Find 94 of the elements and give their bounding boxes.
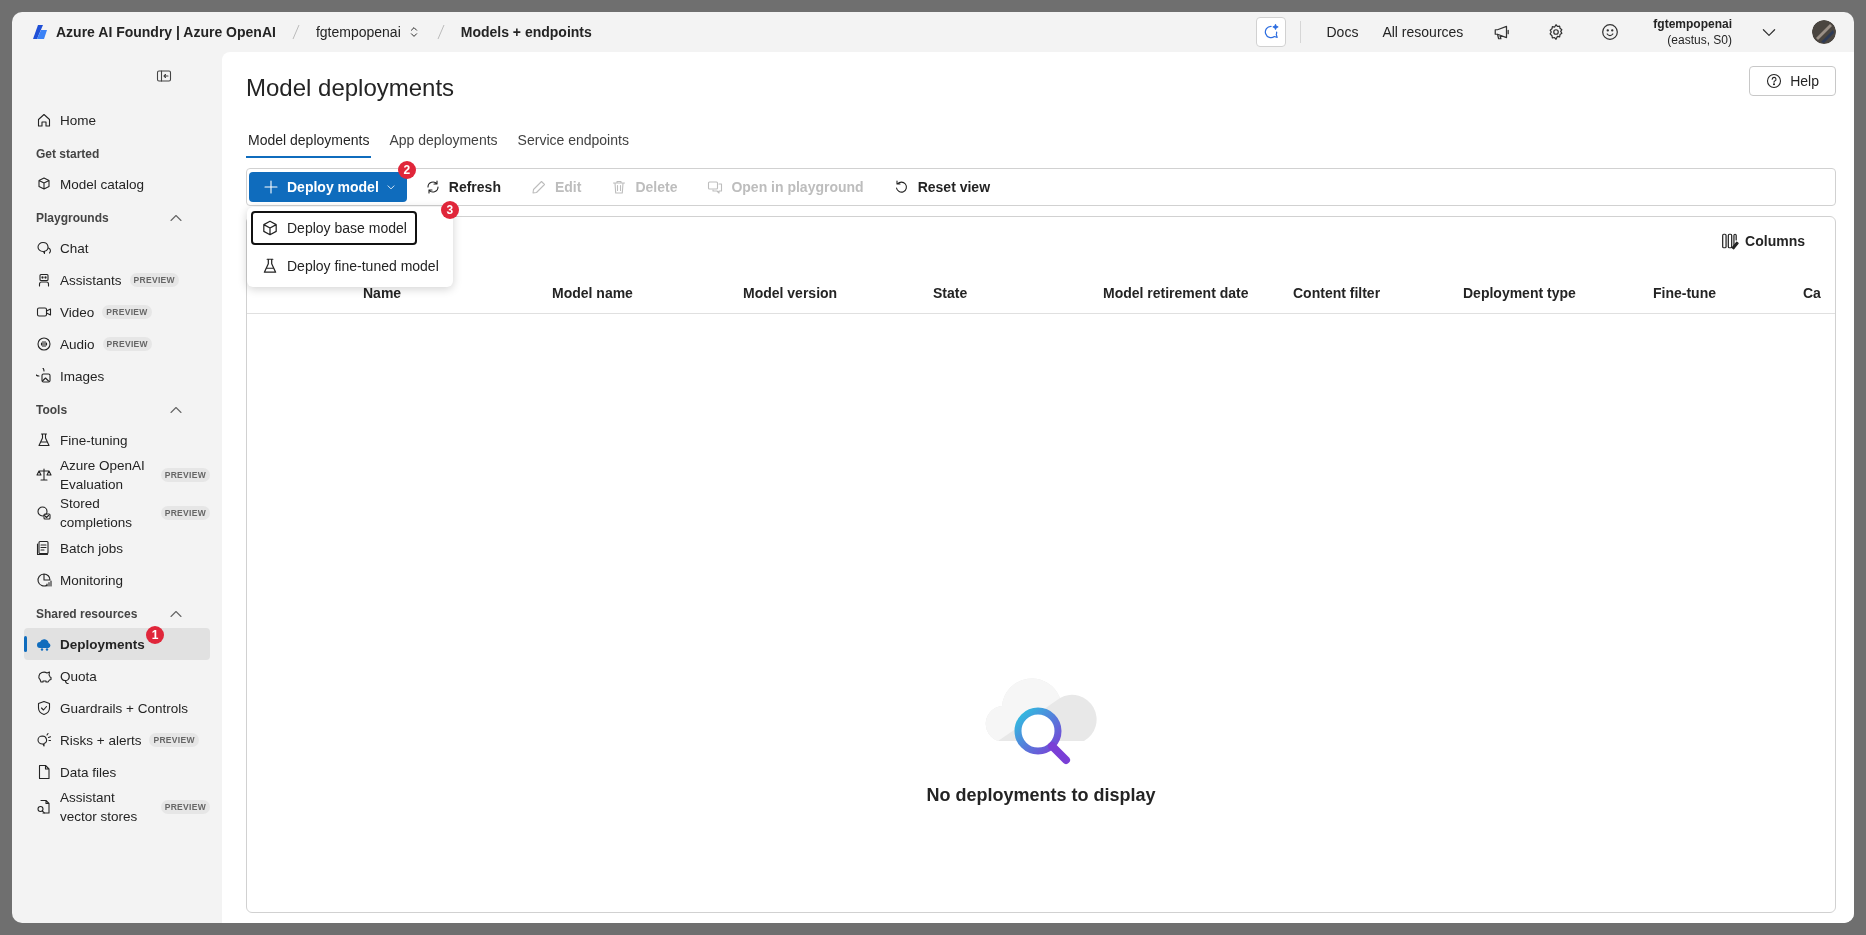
cube-icon bbox=[36, 176, 52, 192]
sidebar-item[interactable]: Video PREVIEW bbox=[24, 296, 210, 328]
collapse-icon bbox=[156, 68, 172, 84]
shield-icon bbox=[36, 700, 52, 716]
sidebar-item[interactable]: Assistants PREVIEW bbox=[24, 264, 210, 296]
plus-icon bbox=[263, 179, 279, 195]
column-header: Content filter bbox=[1293, 285, 1382, 301]
monitoring-icon bbox=[36, 572, 52, 588]
toolbar-button[interactable]: Reset view bbox=[881, 173, 1003, 201]
tab[interactable]: Service endpoints bbox=[515, 126, 631, 158]
reset-icon bbox=[893, 179, 910, 195]
smiley-icon bbox=[1601, 23, 1620, 41]
empty-message: No deployments to display bbox=[926, 784, 1156, 806]
breadcrumb-current: Models + endpoints bbox=[460, 24, 592, 40]
columns-icon bbox=[1721, 232, 1740, 250]
preview-tag: PREVIEW bbox=[102, 337, 152, 351]
sidebar-item[interactable]: Risks + alerts PREVIEW bbox=[24, 724, 210, 756]
section-heading: Tools bbox=[36, 402, 68, 418]
cube-icon bbox=[261, 219, 279, 237]
preview-tag: PREVIEW bbox=[160, 468, 210, 482]
sidebar-item[interactable]: Batch jobs bbox=[24, 532, 210, 564]
cloud-icon bbox=[36, 636, 52, 652]
account-name: fgtempopenai bbox=[1653, 16, 1732, 32]
sidebar-item[interactable]: Stored completions PREVIEW bbox=[24, 494, 210, 532]
preview-tag: PREVIEW bbox=[149, 733, 199, 747]
sidebar-item[interactable]: Chat bbox=[24, 232, 210, 264]
document-stack-icon bbox=[36, 540, 52, 556]
preview-tag: PREVIEW bbox=[129, 273, 179, 287]
preview-tag: PREVIEW bbox=[160, 506, 210, 520]
images-icon bbox=[36, 368, 52, 384]
chat-window-icon bbox=[707, 179, 724, 195]
trash-icon bbox=[611, 179, 628, 195]
app-title: Azure AI Foundry | Azure OpenAI bbox=[56, 24, 276, 40]
chat-sparkle-button[interactable] bbox=[1255, 17, 1286, 47]
sidebar-item[interactable]: Monitoring bbox=[24, 564, 210, 596]
home-icon bbox=[36, 112, 52, 128]
page-title: Model deployments bbox=[246, 74, 455, 102]
section-heading: Get started bbox=[36, 146, 100, 162]
account-detail: (eastus, S0) bbox=[1667, 32, 1732, 48]
columns-button[interactable]: Columns bbox=[1715, 231, 1811, 251]
video-icon bbox=[36, 304, 52, 320]
section-heading: Shared resources bbox=[36, 606, 138, 622]
document-search-icon bbox=[36, 799, 52, 815]
sidebar-item[interactable]: Fine-tuning bbox=[24, 424, 210, 456]
column-header: Ca bbox=[1803, 285, 1822, 301]
sidebar-item[interactable]: Azure OpenAI Evaluation PREVIEW bbox=[24, 456, 210, 494]
document-icon bbox=[36, 764, 52, 780]
header-link[interactable]: All resources bbox=[1370, 20, 1476, 44]
sidebar-item[interactable]: Quota bbox=[24, 660, 210, 692]
header-link[interactable]: Docs bbox=[1314, 20, 1371, 44]
step-badge: 1 bbox=[146, 626, 164, 644]
sidebar-item[interactable]: Images bbox=[24, 360, 210, 392]
collapse-sidebar-button[interactable] bbox=[156, 68, 172, 84]
sidebar-item[interactable]: Deployments 1 bbox=[24, 628, 210, 660]
flask-icon bbox=[261, 257, 279, 275]
menu-item[interactable]: Deploy base model bbox=[251, 211, 417, 245]
sidebar-item[interactable]: Model catalog bbox=[24, 168, 210, 200]
chat-icon bbox=[36, 240, 52, 256]
preview-tag: PREVIEW bbox=[102, 305, 152, 319]
pencil-icon bbox=[530, 179, 547, 195]
robot-icon bbox=[36, 272, 52, 288]
column-header: State bbox=[933, 285, 969, 301]
project-switcher[interactable]: fgtempopenai bbox=[315, 24, 421, 40]
piggy-bank-icon bbox=[36, 668, 52, 684]
audio-icon bbox=[36, 336, 52, 352]
column-header: Fine-tune bbox=[1653, 285, 1717, 301]
chat-check-icon bbox=[36, 505, 52, 521]
preview-tag: PREVIEW bbox=[160, 800, 210, 814]
help-button[interactable]: Help bbox=[1749, 66, 1836, 96]
column-header: Name bbox=[363, 285, 403, 301]
column-header: Model version bbox=[743, 285, 839, 301]
sidebar-item[interactable]: Guardrails + Controls bbox=[24, 692, 210, 724]
section-heading: Playgrounds bbox=[36, 210, 109, 226]
sidebar-item[interactable]: Home bbox=[24, 104, 210, 136]
avatar-icon[interactable] bbox=[1812, 20, 1836, 44]
refresh-icon bbox=[424, 179, 441, 195]
sidebar-item[interactable]: Audio PREVIEW bbox=[24, 328, 210, 360]
tab[interactable]: Model deployments bbox=[246, 126, 372, 158]
column-header: Model retirement date bbox=[1103, 285, 1250, 301]
breadcrumb-separator bbox=[291, 23, 300, 41]
column-header: Deployment type bbox=[1463, 285, 1577, 301]
column-header: Model name bbox=[552, 285, 634, 301]
flask-icon bbox=[36, 432, 52, 448]
sidebar-item[interactable]: Data files bbox=[24, 756, 210, 788]
step-badge: 3 bbox=[440, 201, 459, 219]
tab[interactable]: App deployments bbox=[387, 126, 500, 158]
step-badge: 2 bbox=[397, 161, 416, 179]
logo-icon bbox=[32, 24, 48, 40]
sidebar-item[interactable]: Assistant vector stores PREVIEW bbox=[24, 788, 210, 826]
breadcrumb-separator bbox=[436, 23, 445, 41]
alert-chat-icon bbox=[36, 732, 52, 748]
megaphone-icon bbox=[1493, 23, 1512, 41]
scales-icon bbox=[36, 467, 52, 483]
help-icon bbox=[1766, 73, 1783, 89]
